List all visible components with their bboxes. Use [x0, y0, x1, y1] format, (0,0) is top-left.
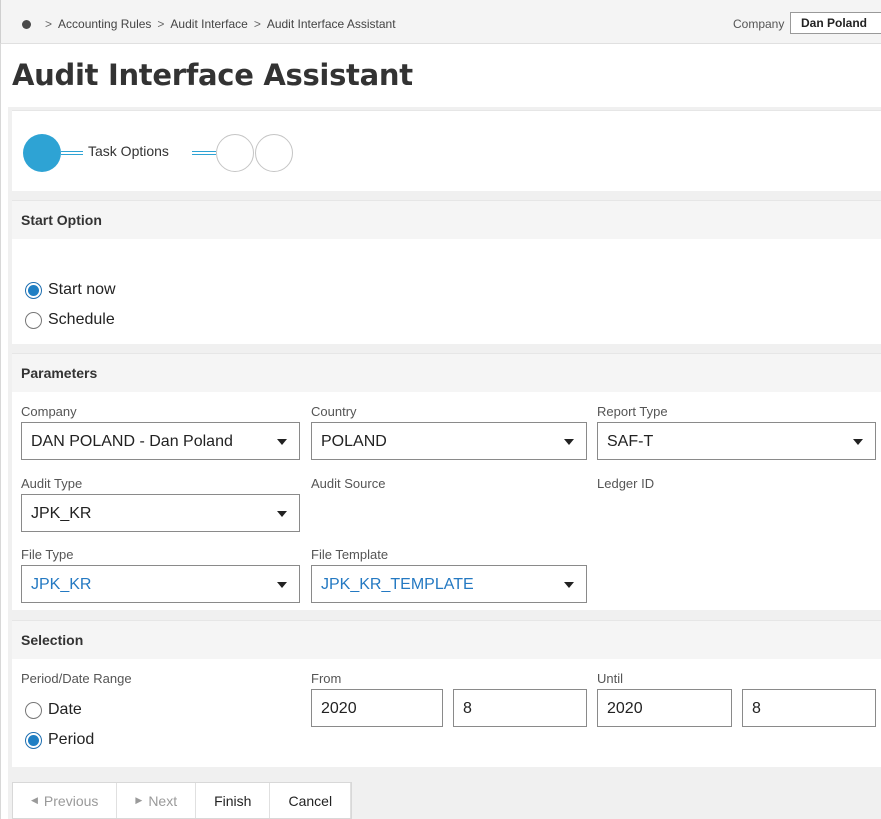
chevron-left-icon: ◀: [31, 795, 38, 805]
breadcrumb-item-current: Audit Interface Assistant: [266, 17, 396, 31]
radio-unselected-icon: [25, 311, 42, 329]
cancel-button[interactable]: Cancel: [270, 783, 352, 818]
wizard-button-bar: ◀ Previous ▶ Next Finish Cancel: [12, 782, 353, 819]
start-now-radio[interactable]: Start now: [25, 281, 116, 299]
chevron-down-icon: [277, 511, 287, 517]
file-type-select[interactable]: JPK_KR: [21, 565, 300, 603]
chevron-down-icon: [564, 439, 574, 445]
from-year-input[interactable]: 2020: [311, 689, 443, 727]
start-option-heading: Start Option: [12, 201, 881, 239]
period-date-range-label: Period/Date Range: [21, 671, 132, 686]
breadcrumb-separator: >: [45, 17, 53, 31]
file-type-select-value[interactable]: JPK_KR: [31, 576, 91, 593]
period-radio[interactable]: Period: [25, 731, 94, 749]
audit-type-select[interactable]: JPK_KR: [21, 494, 300, 532]
date-radio[interactable]: Date: [25, 701, 82, 719]
chevron-down-icon: [853, 439, 863, 445]
parameters-section: Parameters Company DAN POLAND - Dan Pola…: [12, 353, 881, 610]
selection-heading: Selection: [12, 621, 881, 659]
breadcrumb-separator: >: [253, 17, 261, 31]
file-type-field-label: File Type: [21, 547, 74, 562]
company-selector[interactable]: Dan Poland: [790, 12, 881, 34]
step-connector: [192, 151, 216, 155]
step-3-indicator[interactable]: [255, 134, 293, 172]
file-template-select-value[interactable]: JPK_KR_TEMPLATE: [321, 576, 474, 593]
step-2-indicator[interactable]: [216, 134, 254, 172]
step-1-label: Task Options: [88, 143, 169, 159]
country-field-label: Country: [311, 404, 357, 419]
from-period-input[interactable]: 8: [453, 689, 587, 727]
schedule-label: Schedule: [48, 311, 115, 328]
date-radio-label: Date: [48, 701, 82, 718]
chevron-down-icon: [277, 439, 287, 445]
file-template-select[interactable]: JPK_KR_TEMPLATE: [311, 565, 587, 603]
company-field-label: Company: [21, 404, 77, 419]
country-select-value: POLAND: [321, 433, 387, 450]
breadcrumb: > Accounting Rules > Audit Interface > A…: [22, 17, 396, 31]
selection-section: Selection Period/Date Range Date Period …: [12, 620, 881, 767]
start-now-label: Start now: [48, 281, 116, 298]
audit-type-field-label: Audit Type: [21, 476, 83, 491]
breadcrumb-separator: >: [157, 17, 165, 31]
parameters-heading: Parameters: [12, 354, 881, 392]
page-title: Audit Interface Assistant: [12, 58, 413, 92]
company-select[interactable]: DAN POLAND - Dan Poland: [21, 422, 300, 460]
wizard-progress: Task Options: [12, 110, 881, 191]
report-type-field-label: Report Type: [597, 404, 668, 419]
left-border: [0, 44, 1, 819]
start-option-section: Start Option Start now Schedule: [12, 200, 881, 344]
audit-type-select-value: JPK_KR: [31, 505, 92, 522]
chevron-down-icon: [277, 582, 287, 588]
ledger-id-field-label: Ledger ID: [597, 476, 655, 491]
radio-selected-icon: [25, 731, 42, 749]
top-bar: > Accounting Rules > Audit Interface > A…: [0, 0, 881, 44]
chevron-right-icon: ▶: [135, 795, 143, 805]
country-select[interactable]: POLAND: [311, 422, 587, 460]
step-1-indicator[interactable]: [23, 134, 61, 172]
schedule-radio[interactable]: Schedule: [25, 311, 115, 329]
audit-source-field-label: Audit Source: [311, 476, 386, 491]
until-period-input[interactable]: 8: [742, 689, 876, 727]
until-label: Until: [597, 671, 624, 686]
radio-unselected-icon: [25, 701, 42, 719]
company-label: Company: [733, 17, 785, 31]
previous-button[interactable]: ◀ Previous: [13, 783, 118, 818]
previous-button-label: Previous: [43, 792, 99, 809]
from-label: From: [311, 671, 342, 686]
home-icon[interactable]: [22, 19, 31, 29]
step-connector: [61, 151, 83, 155]
next-button[interactable]: ▶ Next: [117, 783, 197, 818]
next-button-label: Next: [148, 792, 178, 809]
period-radio-label: Period: [48, 731, 95, 748]
breadcrumb-item-accounting-rules[interactable]: Accounting Rules: [58, 17, 151, 31]
breadcrumb-item-audit-interface[interactable]: Audit Interface: [170, 17, 247, 31]
company-select-value: DAN POLAND - Dan Poland: [31, 433, 233, 450]
chevron-down-icon: [564, 582, 574, 588]
report-type-select[interactable]: SAF-T: [597, 422, 876, 460]
until-year-input[interactable]: 2020: [597, 689, 732, 727]
file-template-field-label: File Template: [311, 547, 389, 562]
report-type-select-value: SAF-T: [607, 433, 654, 450]
finish-button[interactable]: Finish: [196, 783, 271, 818]
radio-selected-icon: [25, 281, 42, 299]
